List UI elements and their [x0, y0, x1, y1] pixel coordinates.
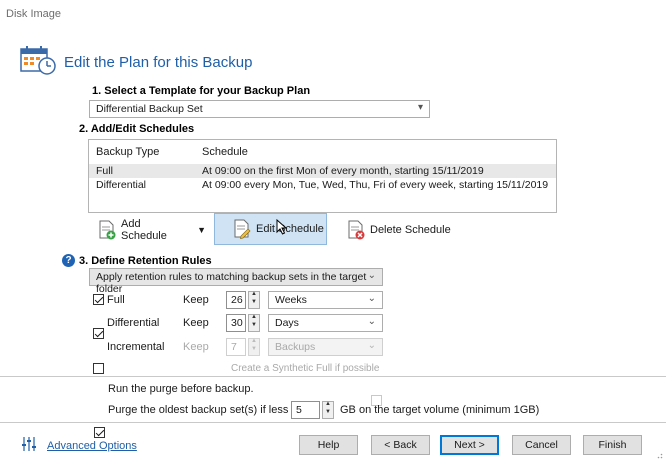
purge-threshold-spinner[interactable]	[322, 401, 334, 419]
keep-label: Keep	[183, 294, 209, 306]
schedule-row-text: At 09:00 on the first Mon of every month…	[202, 165, 484, 177]
chevron-down-icon: ⌄	[367, 340, 376, 351]
delete-schedule-button[interactable]: Delete Schedule	[347, 214, 457, 246]
edit-schedule-label: Edit Schedule	[256, 223, 324, 235]
cancel-button[interactable]: Cancel	[512, 435, 571, 455]
add-schedule-icon	[98, 220, 116, 240]
schedule-row-type: Differential	[96, 179, 146, 191]
schedule-list[interactable]: Backup Type Schedule Full At 09:00 on th…	[88, 139, 557, 213]
purge-oldest-label: Purge the oldest backup set(s) if less t…	[108, 404, 313, 416]
full-unit-value: Weeks	[275, 294, 307, 306]
differential-checkbox[interactable]	[93, 328, 104, 339]
finish-button[interactable]: Finish	[583, 435, 642, 455]
incremental-keep-spinner[interactable]	[248, 338, 260, 356]
template-dropdown-value: Differential Backup Set	[96, 103, 203, 115]
divider	[0, 422, 666, 423]
page-title: Edit the Plan for this Backup	[64, 54, 253, 71]
keep-label-disabled: Keep	[183, 341, 209, 353]
edit-schedule-button[interactable]: Edit Schedule	[214, 213, 327, 245]
schedule-row-differential[interactable]: Differential At 09:00 every Mon, Tue, We…	[89, 178, 556, 192]
full-unit-dropdown[interactable]: Weeks ⌄	[268, 291, 383, 309]
back-button[interactable]: < Back	[371, 435, 430, 455]
retention-mode-dropdown[interactable]: Apply retention rules to matching backup…	[89, 268, 383, 295]
incremental-keep-count-input[interactable]: 7	[226, 338, 246, 356]
purge-threshold-input[interactable]: 5	[291, 401, 320, 419]
edit-schedule-icon	[233, 219, 251, 239]
chevron-down-icon: ⌄	[367, 293, 376, 304]
resize-grip-icon[interactable]	[655, 450, 663, 459]
add-schedule-button[interactable]: Add Schedule ▼	[98, 214, 206, 246]
differential-rule-label: Differential	[107, 317, 160, 329]
schedule-list-header: Backup Type Schedule	[89, 140, 556, 162]
mouse-cursor-icon	[276, 218, 288, 235]
run-purge-label: Run the purge before backup.	[108, 383, 254, 395]
dropdown-arrow-icon[interactable]: ▼	[197, 225, 206, 235]
keep-label: Keep	[183, 317, 209, 329]
schedule-row-full[interactable]: Full At 09:00 on the first Mon of every …	[89, 164, 556, 178]
incremental-checkbox[interactable]	[93, 363, 104, 374]
help-button[interactable]: Help	[299, 435, 358, 455]
incremental-unit-value: Backups	[275, 341, 316, 353]
help-question-icon[interactable]: ?	[62, 254, 75, 267]
next-button[interactable]: Next >	[440, 435, 499, 455]
template-section-label: 1. Select a Template for your Backup Pla…	[92, 85, 311, 97]
column-header-schedule[interactable]: Schedule	[202, 146, 248, 158]
column-header-backup-type[interactable]: Backup Type	[96, 146, 159, 158]
chevron-down-icon: ⌄	[367, 270, 376, 281]
full-keep-count-input[interactable]: 26	[226, 291, 246, 309]
full-keep-spinner[interactable]	[248, 291, 260, 309]
schedules-section-label: 2. Add/Edit Schedules	[79, 123, 195, 135]
full-checkbox[interactable]	[93, 294, 104, 305]
schedule-row-text: At 09:00 every Mon, Tue, Wed, Thu, Fri o…	[202, 179, 549, 191]
incremental-rule-label: Incremental	[107, 341, 165, 353]
add-schedule-label: Add Schedule	[121, 218, 167, 242]
chevron-down-icon: ▾	[417, 102, 423, 113]
window-title: Disk Image	[6, 8, 62, 20]
incremental-unit-dropdown[interactable]: Backups ⌄	[268, 338, 383, 356]
differential-unit-dropdown[interactable]: Days ⌄	[268, 314, 383, 332]
retention-section-label: 3. Define Retention Rules	[79, 255, 212, 267]
delete-schedule-icon	[347, 220, 365, 240]
delete-schedule-label: Delete Schedule	[370, 224, 451, 236]
differential-unit-value: Days	[275, 317, 299, 329]
chevron-down-icon: ⌄	[367, 316, 376, 327]
full-rule-label: Full	[107, 294, 125, 306]
differential-keep-count-input[interactable]: 30	[226, 314, 246, 332]
sliders-icon	[21, 437, 37, 451]
divider	[0, 376, 666, 377]
purge-threshold-suffix: GB on the target volume (minimum 1GB)	[340, 404, 540, 416]
run-purge-checkbox[interactable]	[94, 427, 105, 438]
schedule-row-type: Full	[96, 165, 113, 177]
template-dropdown[interactable]: Differential Backup Set ▾	[89, 100, 430, 118]
synthetic-full-label: Create a Synthetic Full if possible	[231, 363, 380, 374]
calendar-clock-icon	[20, 44, 58, 76]
advanced-options-link[interactable]: Advanced Options	[47, 440, 137, 452]
differential-keep-spinner[interactable]	[248, 314, 260, 332]
